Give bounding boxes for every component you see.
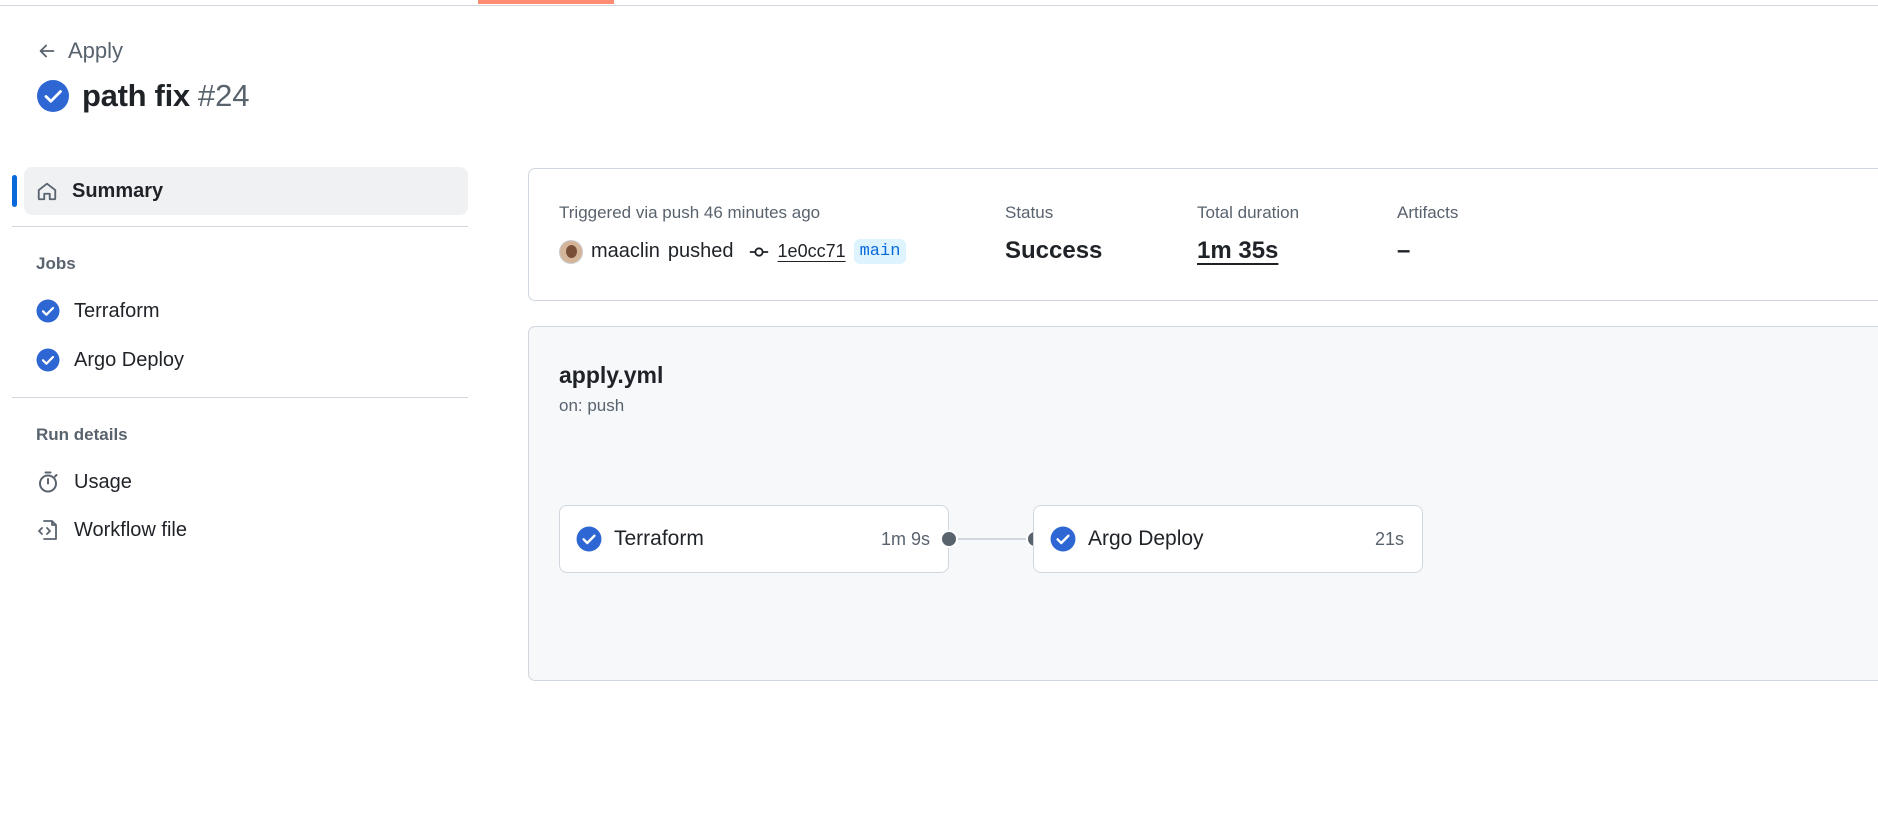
stopwatch-icon xyxy=(39,471,58,493)
back-label[interactable]: Apply xyxy=(68,38,123,64)
workflow-graph: apply.yml on: push Terraform 1m 9s Argo … xyxy=(528,326,1878,681)
active-indicator xyxy=(12,175,17,207)
duration-label: Total duration xyxy=(1197,203,1300,222)
job-duration: 21s xyxy=(1374,528,1404,549)
duration-link[interactable]: 1m 35s xyxy=(1197,237,1278,265)
status-value: Success xyxy=(1005,237,1103,264)
success-check-icon xyxy=(36,348,60,372)
arrow-left-icon xyxy=(39,44,55,58)
artifacts-label: Artifacts xyxy=(1397,203,1459,222)
run-header: path fix #24 xyxy=(36,78,250,114)
job-card-argo-deploy[interactable]: Argo Deploy 21s xyxy=(1033,505,1423,573)
sidebar-item-label: Argo Deploy xyxy=(74,348,185,371)
actor-name[interactable]: maaclin xyxy=(591,240,660,263)
commit-link[interactable]: 1e0cc71 xyxy=(778,241,846,262)
artifacts-value: – xyxy=(1397,237,1411,264)
sidebar-item-label: Summary xyxy=(72,179,164,202)
jobs-heading: Jobs xyxy=(36,254,76,273)
workflow-trigger: on: push xyxy=(559,396,625,415)
job-duration: 1m 9s xyxy=(880,528,930,549)
sidebar-item-label: Workflow file xyxy=(74,518,187,541)
job-name: Terraform xyxy=(614,527,704,550)
loading-progress-bar xyxy=(478,0,614,4)
success-check-icon xyxy=(576,526,602,552)
git-commit-icon xyxy=(749,246,768,257)
trigger-details: maaclin pushed 1e0cc71 main xyxy=(559,239,907,264)
job-card-terraform[interactable]: Terraform 1m 9s xyxy=(559,505,949,573)
status-label: Status xyxy=(1005,203,1054,222)
job-name: Argo Deploy xyxy=(1088,527,1204,550)
workflow-file-name: apply.yml xyxy=(559,362,664,388)
top-border xyxy=(0,0,1878,6)
connector-dot xyxy=(940,530,958,548)
run-number: #24 xyxy=(197,78,250,113)
sidebar-item-label: Terraform xyxy=(74,299,160,322)
sidebar-item-summary[interactable]: Summary xyxy=(12,167,468,215)
back-to-workflow-link[interactable]: Apply xyxy=(36,38,123,64)
trigger-label: Triggered via push 46 minutes ago xyxy=(559,203,821,222)
action-text: pushed xyxy=(667,240,734,262)
run-summary-card: Triggered via push 46 minutes ago maacli… xyxy=(528,168,1878,301)
divider xyxy=(12,397,468,398)
sidebar-item-usage[interactable]: Usage xyxy=(36,466,132,498)
branch-badge[interactable]: main xyxy=(853,239,907,264)
success-check-icon xyxy=(1050,526,1076,552)
sidebar-item-label: Usage xyxy=(74,470,132,493)
page-title: path fix xyxy=(82,78,190,113)
divider xyxy=(12,226,468,227)
job-connector xyxy=(956,538,1036,540)
file-code-icon xyxy=(38,520,57,540)
success-check-icon xyxy=(36,299,60,323)
sidebar-item-terraform[interactable]: Terraform xyxy=(36,295,160,327)
sidebar-item-workflow-file[interactable]: Workflow file xyxy=(36,514,187,546)
home-icon xyxy=(37,182,57,201)
avatar[interactable] xyxy=(559,239,583,264)
run-details-heading: Run details xyxy=(36,425,128,444)
sidebar-item-argo-deploy[interactable]: Argo Deploy xyxy=(36,344,184,376)
success-check-icon xyxy=(37,80,69,112)
